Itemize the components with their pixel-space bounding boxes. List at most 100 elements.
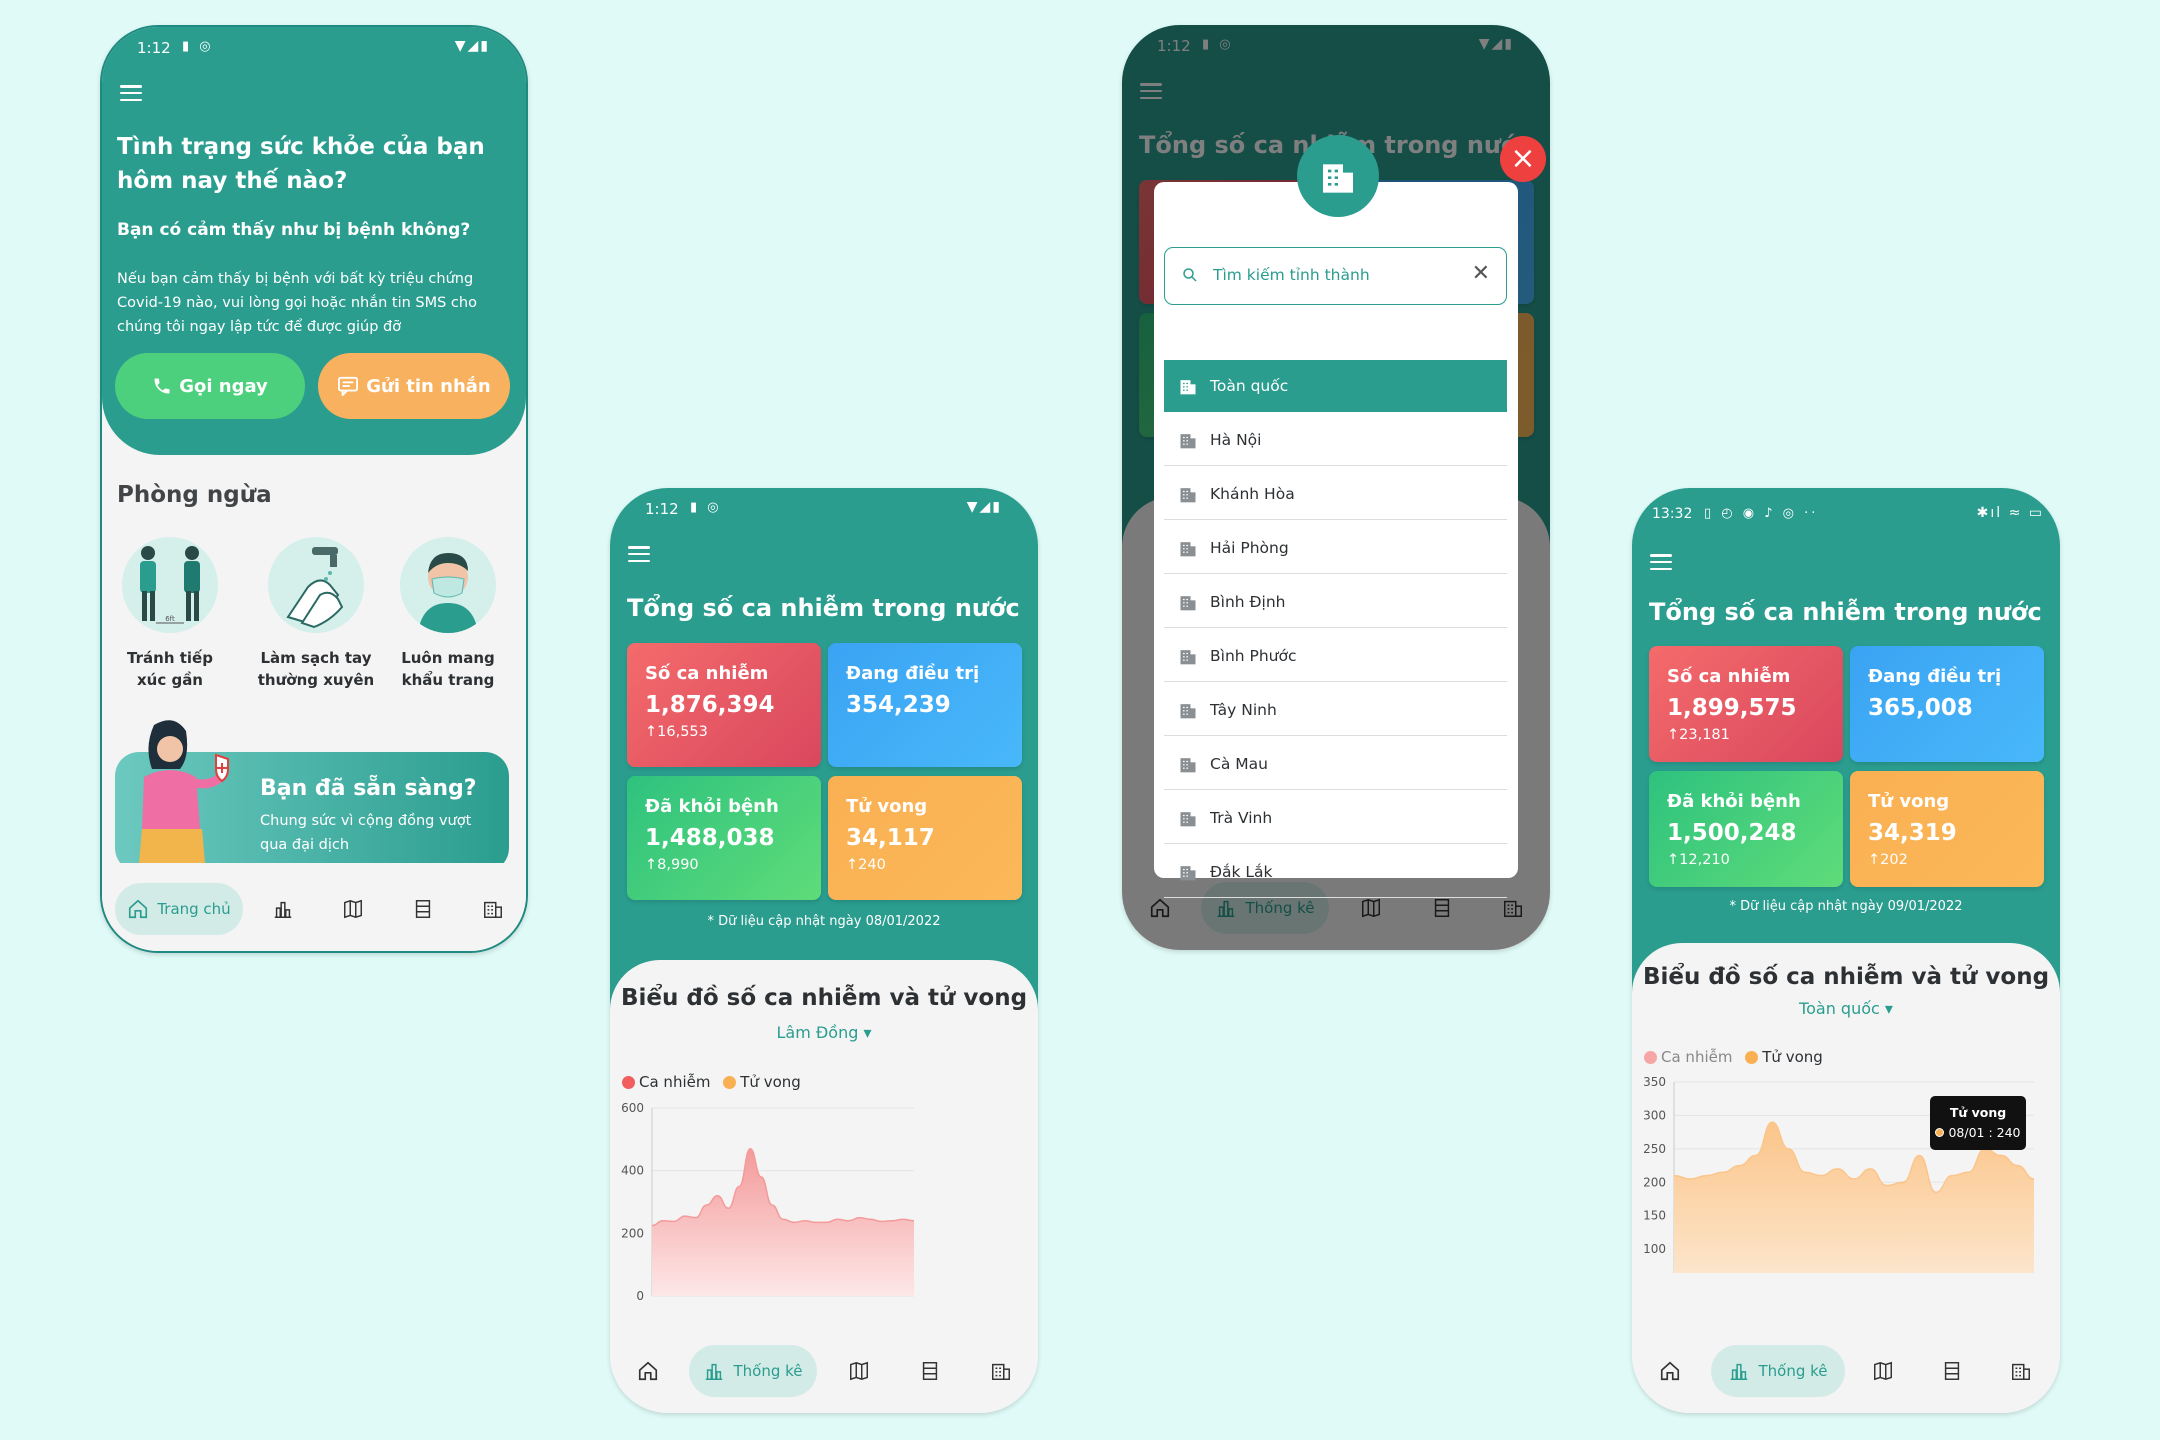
province-item[interactable]: Trà Vinh — [1164, 792, 1507, 844]
send-sms-button[interactable]: Gửi tin nhắn — [318, 353, 510, 419]
update-note: * Dữ liệu cập nhật ngày 09/01/2022 — [1729, 899, 1963, 914]
card-recovered[interactable]: Đã khỏi bệnh 1,488,038 ↑8,990 — [627, 776, 821, 900]
card-delta: ↑202 — [1868, 852, 1908, 868]
card-deaths[interactable]: Tử vong 34,117 ↑240 — [828, 776, 1022, 900]
card-label: Đang điều trị — [846, 663, 980, 684]
building-icon — [1180, 757, 1196, 772]
nav-list[interactable] — [904, 1345, 956, 1397]
phone-icon — [154, 378, 170, 394]
prevention-caption: Tránh tiếp xúc gần — [127, 649, 213, 689]
call-now-button[interactable]: Gọi ngay — [115, 353, 305, 419]
building-icon — [1180, 487, 1196, 502]
nav-list[interactable] — [1926, 1345, 1978, 1397]
card-cases[interactable]: Số ca nhiễm 1,876,394 ↑16,553 — [627, 643, 821, 767]
prevention-item-mask: Luôn mang khẩu trang — [388, 537, 508, 691]
y-tick-label: 100 — [1643, 1242, 1666, 1256]
province-item[interactable]: Bình Phước — [1164, 630, 1507, 682]
stats-screen: 1:12 ▮ ◎ ▼◢▮ Tổng số ca nhiễm trong nước… — [610, 488, 1038, 1413]
legend-dot-cases — [622, 1075, 635, 1089]
province-label: Hà Nội — [1210, 430, 1262, 449]
province-label: Trà Vinh — [1210, 808, 1273, 827]
building-icon — [1180, 595, 1196, 610]
province-item[interactable]: Hà Nội — [1164, 414, 1507, 466]
building-icon — [1180, 380, 1196, 395]
city-badge-icon — [1297, 135, 1379, 217]
stats-title: Tổng số ca nhiễm trong nước — [1649, 598, 2042, 626]
nav-home[interactable]: Trang chủ — [115, 883, 243, 935]
card-cases[interactable]: Số ca nhiễm 1,899,575 ↑23,181 — [1649, 646, 1843, 762]
nav-home[interactable] — [622, 1345, 674, 1397]
nav-stats[interactable]: Thống kê — [689, 1345, 817, 1397]
call-now-label: Gọi ngay — [179, 375, 268, 397]
building-icon — [1180, 811, 1196, 826]
card-value: 354,239 — [846, 692, 951, 718]
card-label: Số ca nhiễm — [645, 663, 769, 684]
province-item[interactable]: Khánh Hòa — [1164, 468, 1507, 520]
tooltip-title: Tử vong — [1949, 1105, 2007, 1120]
nav-home[interactable] — [1644, 1345, 1696, 1397]
menu-icon[interactable] — [628, 546, 650, 563]
province-item[interactable]: Tây Ninh — [1164, 684, 1507, 736]
nav-hospital[interactable] — [975, 1345, 1027, 1397]
card-value: 1,500,248 — [1667, 820, 1797, 846]
chart-title: Biểu đồ số ca nhiễm và tử vong — [1642, 964, 2050, 990]
province-label: Tây Ninh — [1210, 700, 1277, 719]
card-delta: ↑16,553 — [645, 724, 708, 740]
card-delta: ↑23,181 — [1667, 727, 1730, 743]
card-treating[interactable]: Đang điều trị 365,008 — [1850, 646, 2044, 762]
chart-legend: Ca nhiễm Tử vong — [622, 1073, 801, 1091]
prevention-caption: Luôn mang khẩu trang — [401, 649, 495, 689]
province-item[interactable]: Bình Định — [1164, 576, 1507, 628]
clear-icon[interactable]: ✕ — [1472, 261, 1490, 286]
province-label: Khánh Hòa — [1210, 484, 1295, 503]
nav-list[interactable] — [397, 883, 449, 935]
region-selector[interactable]: Lâm Đồng ▾ — [610, 1023, 1038, 1042]
close-icon[interactable]: × — [1500, 136, 1546, 182]
bar-chart-icon — [706, 1363, 723, 1380]
province-item[interactable]: Hải Phòng — [1164, 522, 1507, 574]
stats-screen-national: 13:32 ▯ ◴ ◉ ♪ ◎ ·· ✱ıl ≈ ▭ Tổng số ca nh… — [1632, 488, 2060, 1413]
nav-map[interactable] — [327, 883, 379, 935]
card-value: 1,899,575 — [1667, 695, 1797, 721]
province-item[interactable]: Đắk Lắk — [1164, 846, 1507, 898]
building-icon — [484, 901, 502, 918]
nav-map[interactable] — [833, 1345, 885, 1397]
nav-map[interactable] — [1857, 1345, 1909, 1397]
search-icon — [1183, 268, 1197, 282]
province-search-input[interactable]: Tìm kiếm tỉnh thành ✕ — [1164, 247, 1507, 305]
health-question: Tình trạng sức khỏe của bạn hôm nay thế … — [117, 134, 485, 194]
province-item[interactable]: Toàn quốc — [1164, 360, 1507, 412]
series-line — [651, 1147, 915, 1227]
menu-icon[interactable] — [1650, 554, 1672, 571]
nav-hospital[interactable] — [467, 883, 519, 935]
y-tick-label: 200 — [1643, 1175, 1666, 1189]
building-icon — [1180, 541, 1196, 556]
chart-tooltip: Tử vong 08/01 : 240 — [1930, 1096, 2026, 1150]
bar-chart-icon — [274, 901, 292, 918]
nav-stats[interactable]: Thống kê — [1711, 1345, 1845, 1397]
card-treating[interactable]: Đang điều trị 354,239 — [828, 643, 1022, 767]
card-deaths[interactable]: Tử vong 34,319 ↑202 — [1850, 771, 2044, 887]
building-icon — [1180, 649, 1196, 664]
stats-title: Tổng số ca nhiễm trong nước — [627, 594, 1020, 622]
region-label: Toàn quốc — [1799, 999, 1880, 1018]
menu-icon[interactable] — [120, 85, 142, 102]
card-label: Đang điều trị — [1868, 666, 2002, 687]
nav-stats[interactable] — [257, 883, 309, 935]
province-item[interactable]: Cà Mau — [1164, 738, 1507, 790]
card-label: Đã khỏi bệnh — [1667, 791, 1801, 812]
map-icon — [850, 1361, 868, 1381]
y-tick-label: 200 — [621, 1226, 644, 1240]
nav-hospital[interactable] — [1995, 1345, 2047, 1397]
signal-battery-icon: ▼◢▮ — [966, 499, 1002, 515]
legend-dot-deaths — [1745, 1050, 1759, 1064]
card-recovered[interactable]: Đã khỏi bệnh 1,500,248 ↑12,210 — [1649, 771, 1843, 887]
woman-illustration — [124, 717, 234, 875]
building-icon — [1180, 703, 1196, 718]
region-selector[interactable]: Toàn quốc ▾ — [1632, 999, 2060, 1018]
card-label: Tử vong — [1868, 791, 1950, 812]
legend-cases: Ca nhiễm — [1661, 1048, 1733, 1066]
building-icon — [1180, 433, 1196, 448]
card-label: Số ca nhiễm — [1667, 666, 1791, 687]
card-delta: ↑12,210 — [1667, 852, 1730, 868]
